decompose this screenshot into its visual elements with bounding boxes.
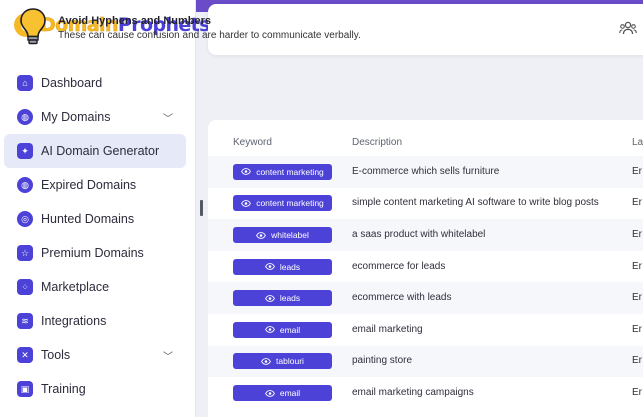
sidebar-item-expired-domains[interactable]: ◍ Expired Domains — [4, 168, 186, 202]
column-header-keyword[interactable]: Keyword — [233, 137, 272, 148]
row-language: Er — [632, 197, 642, 209]
sidebar-item-premium-domains[interactable]: ☆ Premium Domains — [4, 236, 186, 270]
row-language: Er — [632, 355, 642, 367]
eye-icon — [264, 263, 275, 270]
sidebar-item-label: Integrations — [41, 314, 107, 328]
sidebar-nav: ⌂ Dashboard ◍ My Domains ﹀ ✦ AI Domain G… — [4, 66, 186, 406]
keyword-view-button[interactable]: email — [233, 385, 332, 401]
chevron-down-icon[interactable]: ﹀ — [158, 110, 178, 125]
eye-icon — [264, 326, 275, 334]
tip-title: Avoid Hyphens and Numbers — [58, 15, 212, 27]
keyword-label: email — [279, 388, 301, 398]
database-icon: ≋ — [17, 313, 33, 329]
sidebar-item-training[interactable]: ▣ Training — [4, 372, 186, 406]
row-description: simple content marketing AI software to … — [352, 197, 599, 209]
users-icon[interactable] — [619, 20, 637, 36]
row-description: ecommerce for leads — [352, 260, 446, 272]
eye-icon — [261, 358, 271, 365]
eye-icon — [241, 168, 252, 176]
column-header-language[interactable]: La — [632, 137, 643, 148]
eye-icon — [264, 389, 275, 397]
keyword-view-button[interactable]: email — [233, 321, 332, 338]
sidebar-item-label: Expired Domains — [41, 178, 137, 192]
keyword-label: tablouri — [276, 356, 304, 367]
sidebar-item-label: Marketplace — [41, 280, 110, 294]
keyword-label: email — [279, 324, 301, 335]
sidebar-item-tools[interactable]: ✕ Tools ﹀ — [4, 338, 186, 372]
keyword-view-button[interactable]: content marketing — [233, 195, 332, 212]
home-icon: ⌂ — [17, 75, 33, 91]
sidebar-item-integrations[interactable]: ≋ Integrations — [4, 304, 186, 338]
keyword-label: content marketing — [256, 198, 324, 209]
keyword-view-button[interactable]: leads — [233, 290, 332, 307]
sidebar-item-label: Hunted Domains — [41, 212, 135, 226]
row-description: a saas product with whitelabel — [352, 229, 486, 240]
eye-icon — [241, 200, 252, 207]
row-description: ecommerce with leads — [352, 292, 452, 304]
row-language: Er — [632, 323, 642, 335]
keyword-view-button[interactable]: tablouri — [233, 353, 332, 370]
row-language: Er — [632, 260, 642, 272]
chevron-down-icon[interactable]: ﹀ — [158, 348, 178, 363]
sidebar-item-label: Premium Domains — [41, 246, 144, 260]
sidebar-item-hunted-domains[interactable]: ◎ Hunted Domains — [4, 202, 186, 236]
target-icon: ◎ — [17, 211, 33, 227]
lightbulb-icon — [20, 8, 46, 45]
sidebar-item-label: AI Domain Generator — [41, 144, 160, 158]
star-icon: ☆ — [17, 245, 33, 261]
column-header-description[interactable]: Description — [352, 137, 402, 148]
row-language: Er — [632, 292, 642, 304]
keyword-label: leads — [279, 293, 301, 304]
row-language: Er — [632, 387, 642, 398]
sidebar-item-marketplace[interactable]: ⁘ Marketplace — [4, 270, 186, 304]
eye-icon — [264, 294, 275, 302]
row-description: email marketing campaigns — [352, 387, 474, 398]
globe-icon: ◍ — [17, 177, 33, 193]
row-description: email marketing — [352, 323, 423, 335]
row-language: Er — [632, 229, 642, 240]
sidebar-item-label: Tools — [41, 348, 71, 362]
tools-icon: ✕ — [17, 347, 33, 363]
keyword-view-button[interactable]: leads — [233, 258, 332, 275]
keyword-view-button[interactable]: content marketing — [233, 163, 332, 180]
sidebar-item-label: My Domains — [41, 110, 111, 124]
book-icon: ▣ — [17, 381, 33, 397]
row-description: E-commerce which sells furniture — [352, 165, 500, 177]
globe-icon: ◍ — [17, 109, 33, 125]
sidebar-item-my-domains[interactable]: ◍ My Domains ﹀ — [4, 100, 186, 134]
keyword-view-button[interactable]: whitelabel — [233, 227, 332, 243]
sidebar: DomainProphets ⌂ Dashboard ◍ My Domains … — [0, 0, 210, 417]
magic-wand-icon: ✦ — [17, 143, 33, 159]
sidebar-item-label: Training — [41, 382, 86, 396]
sidebar-item-label: Dashboard — [41, 76, 103, 90]
marketplace-icon: ⁘ — [17, 279, 33, 295]
row-language: Er — [632, 165, 642, 177]
keyword-label: content marketing — [256, 166, 324, 177]
row-description: painting store — [352, 355, 413, 367]
eye-icon — [256, 231, 267, 239]
tip-text: These can cause confusion and are harder… — [58, 30, 361, 41]
keyword-label: leads — [279, 261, 301, 272]
sidebar-item-ai-domain-generator[interactable]: ✦ AI Domain Generator — [4, 134, 186, 168]
sidebar-resize-handle[interactable] — [200, 200, 203, 216]
keyword-label: whitelabel — [271, 230, 309, 240]
sidebar-item-dashboard[interactable]: ⌂ Dashboard — [4, 66, 186, 100]
